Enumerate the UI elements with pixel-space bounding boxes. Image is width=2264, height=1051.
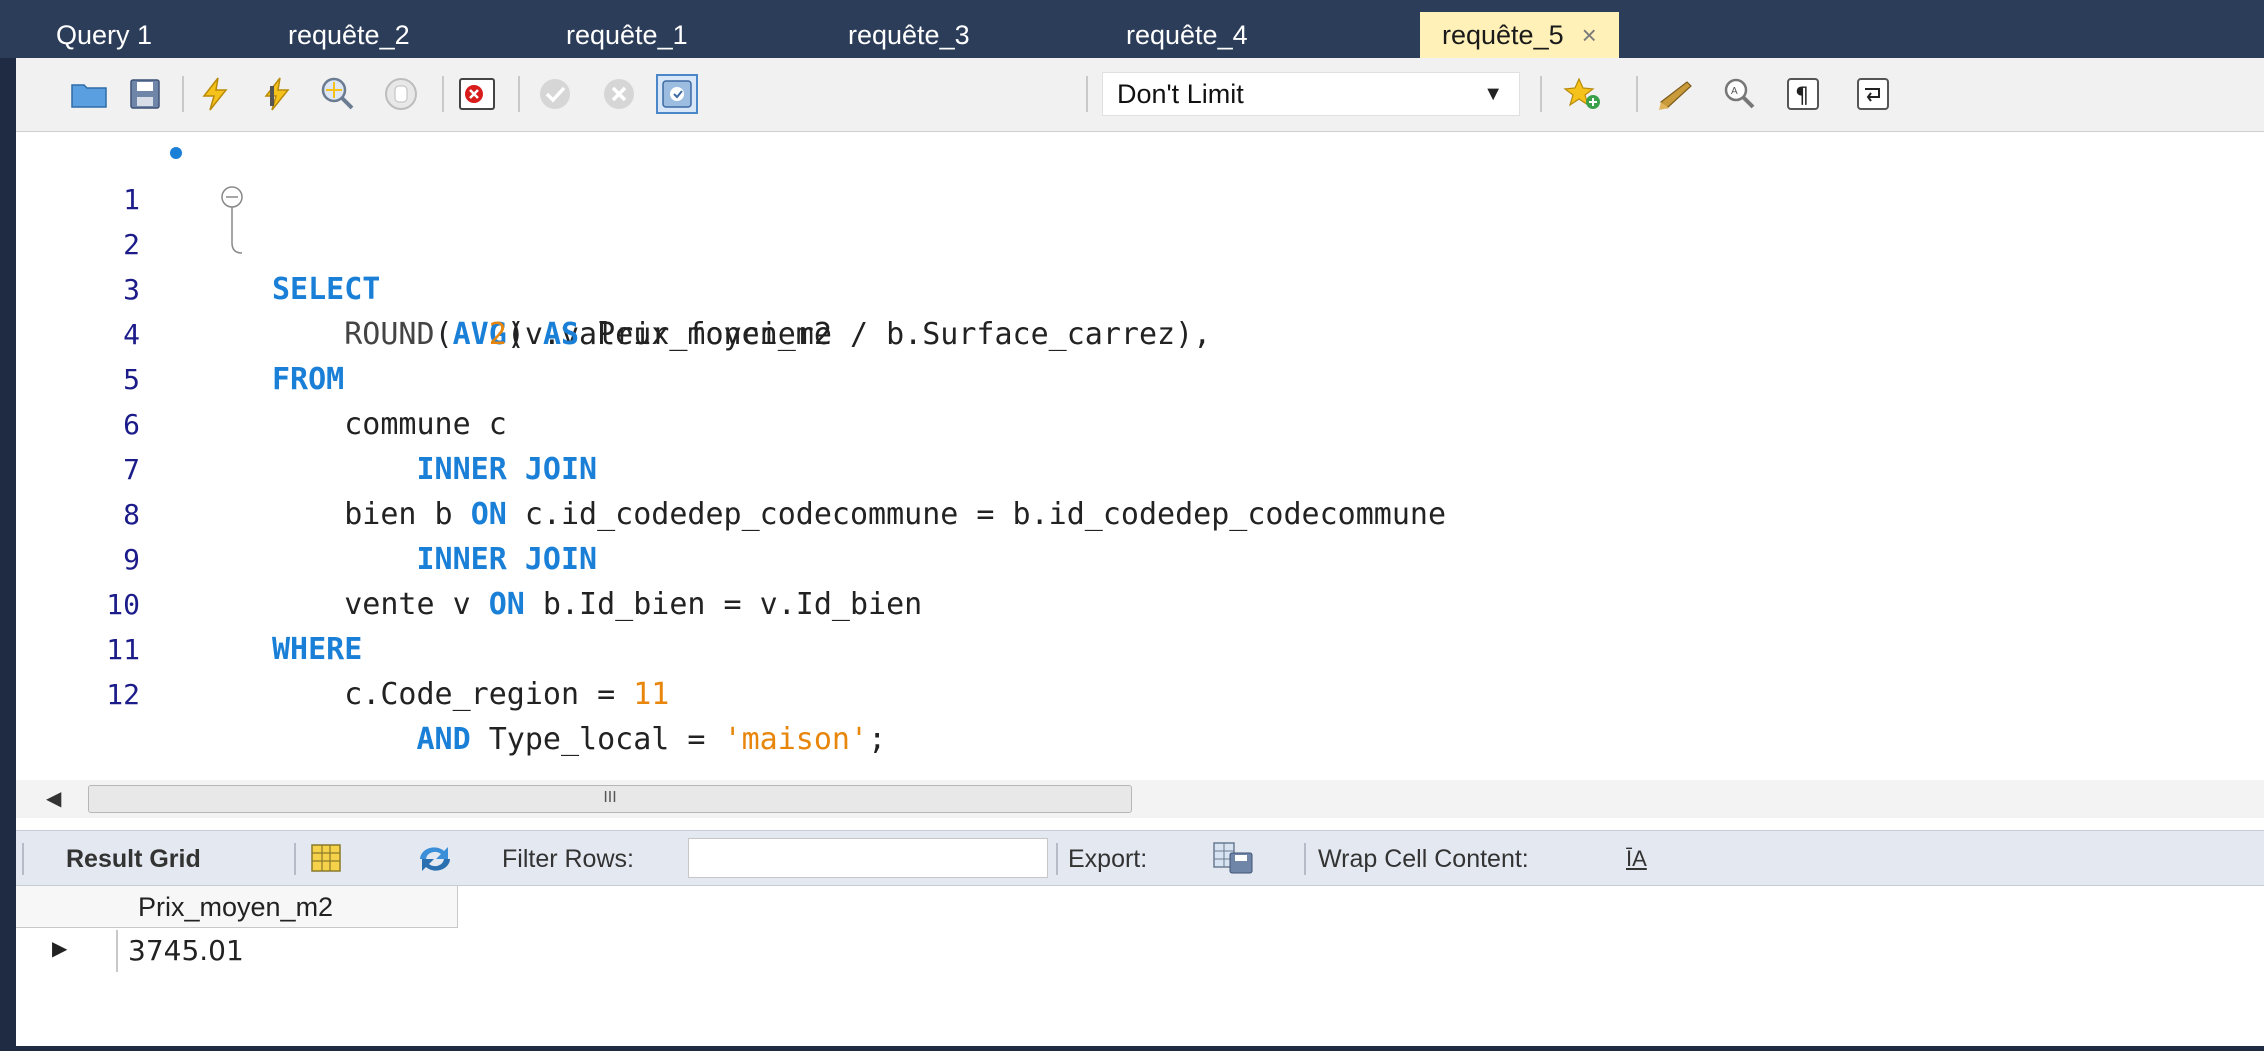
tab-label: requête_2 <box>288 20 410 50</box>
explain-icon[interactable] <box>316 74 358 114</box>
code-line: 10 WHERE <box>16 537 2264 667</box>
export-label: Export: <box>1068 845 1148 873</box>
add-snippet-icon[interactable] <box>1562 74 1604 114</box>
chevron-down-icon: ▼ <box>1483 83 1503 105</box>
form-editor-icon[interactable] <box>310 843 342 878</box>
execute-icon[interactable] <box>194 74 236 114</box>
code-line: 8 INNER JOIN <box>16 447 2264 577</box>
tab-label: Query 1 <box>56 20 153 50</box>
limit-rows-select[interactable]: Don't Limit ▼ <box>1102 72 1520 116</box>
code-text: c.Code_region = 11 <box>272 677 670 712</box>
row-header-divider <box>116 930 118 972</box>
code-line: 7 bien b ON c.id_codedep_codecommune = b… <box>16 402 2264 532</box>
code-line: 1 SELECT <box>16 132 2264 307</box>
code-line: 12 AND Type_local = 'maison'; <box>16 627 2264 757</box>
close-icon[interactable]: × <box>1582 20 1597 50</box>
execute-current-icon[interactable] <box>256 74 298 114</box>
result-grid: Prix_moyen_m2 ▶ 3745.01 <box>16 886 2264 1046</box>
toolbar-separator <box>1304 843 1306 875</box>
toolbar-separator <box>182 76 184 112</box>
wrap-cell-content-icon[interactable]: ĪA <box>1626 831 1647 887</box>
editor-horizontal-scrollbar[interactable]: ◀ III <box>16 780 2264 818</box>
wrap-lines-icon[interactable] <box>1852 74 1894 114</box>
folder-open-icon[interactable] <box>68 74 110 114</box>
sql-editor[interactable]: 1 SELECT 2 ROUND(AVG(v.valeur_fonciere /… <box>16 132 2264 780</box>
toolbar-separator <box>22 843 24 875</box>
tab-requete-2[interactable]: requête_2 <box>288 12 432 58</box>
svg-text:¶: ¶ <box>1795 84 1809 109</box>
autocommit-icon[interactable] <box>656 74 698 114</box>
export-icon[interactable] <box>1212 841 1254 880</box>
tab-requete-3[interactable]: requête_3 <box>848 12 992 58</box>
tab-requete-5[interactable]: requête_5 × <box>1420 12 1619 58</box>
toolbar-separator <box>1636 76 1638 112</box>
toolbar-separator <box>518 76 520 112</box>
code-line: 9 vente v ON b.Id_bien = v.Id_bien <box>16 492 2264 622</box>
invisible-chars-icon[interactable]: ¶ <box>1782 74 1824 114</box>
line-number: 12 <box>106 678 140 711</box>
filter-rows-input[interactable] <box>688 838 1048 878</box>
grid-corner <box>16 886 118 928</box>
tab-label: requête_5 <box>1442 20 1564 50</box>
commit-icon[interactable] <box>534 74 576 114</box>
code-line: 6 INNER JOIN <box>16 357 2264 487</box>
tab-label: requête_3 <box>848 20 970 50</box>
wrap-cell-content-label: Wrap Cell Content: <box>1318 845 1529 873</box>
toolbar-separator <box>1086 76 1088 112</box>
code-line: 5 commune c <box>16 312 2264 442</box>
code-line: 11 c.Code_region = 11 <box>16 582 2264 712</box>
code-line: 2 ROUND(AVG(v.valeur_fonciere / b.Surfac… <box>16 177 2264 352</box>
code-text: AND Type_local = 'maison'; <box>416 722 887 757</box>
toolbar-separator <box>294 843 296 875</box>
tab-requete-1[interactable]: requête_1 <box>566 12 710 58</box>
toolbar-separator <box>1056 843 1058 875</box>
window-frame-left <box>0 0 16 1051</box>
stop-icon[interactable] <box>380 74 422 114</box>
save-icon[interactable] <box>124 74 166 114</box>
tab-query-1[interactable]: Query 1 <box>56 12 174 58</box>
scrollbar-thumb[interactable]: III <box>88 785 1132 813</box>
cell-value[interactable]: 3745.01 <box>128 930 244 972</box>
window-frame-bottom <box>0 1046 2264 1051</box>
toolbar-separator <box>1540 76 1542 112</box>
toggle-error-icon[interactable] <box>456 74 498 114</box>
tab-label: requête_4 <box>1126 20 1248 50</box>
tab-label: requête_1 <box>566 20 688 50</box>
column-header-prix-moyen-m2[interactable]: Prix_moyen_m2 <box>118 886 458 928</box>
toolbar-separator <box>442 76 444 112</box>
find-icon[interactable]: A <box>1718 74 1760 114</box>
scroll-left-arrow-icon[interactable]: ◀ <box>46 786 61 811</box>
rollback-icon[interactable] <box>598 74 640 114</box>
svg-text:A: A <box>1731 86 1738 97</box>
refresh-icon[interactable] <box>414 843 456 880</box>
tab-requete-4[interactable]: requête_4 <box>1126 12 1270 58</box>
statement-marker-icon <box>170 147 182 159</box>
result-toolbar: Result Grid Filter Rows: Export: Wrap Ce… <box>16 830 2264 886</box>
result-grid-tab[interactable]: Result Grid <box>66 831 201 887</box>
row-pointer-icon: ▶ <box>52 938 68 960</box>
scrollbar-grip: III <box>603 789 617 806</box>
sql-editor-toolbar: Don't Limit ▼ A ¶ <box>16 58 2264 132</box>
code-line: 4 FROM <box>16 267 2264 397</box>
query-tab-bar: Query 1 requête_2 requête_1 requête_3 re… <box>0 0 2264 58</box>
code-line: 3 2) AS Prix_moyen_m2 <box>16 222 2264 352</box>
filter-rows-label: Filter Rows: <box>502 845 634 873</box>
limit-rows-value: Don't Limit <box>1117 79 1244 109</box>
beautify-icon[interactable] <box>1656 74 1698 114</box>
